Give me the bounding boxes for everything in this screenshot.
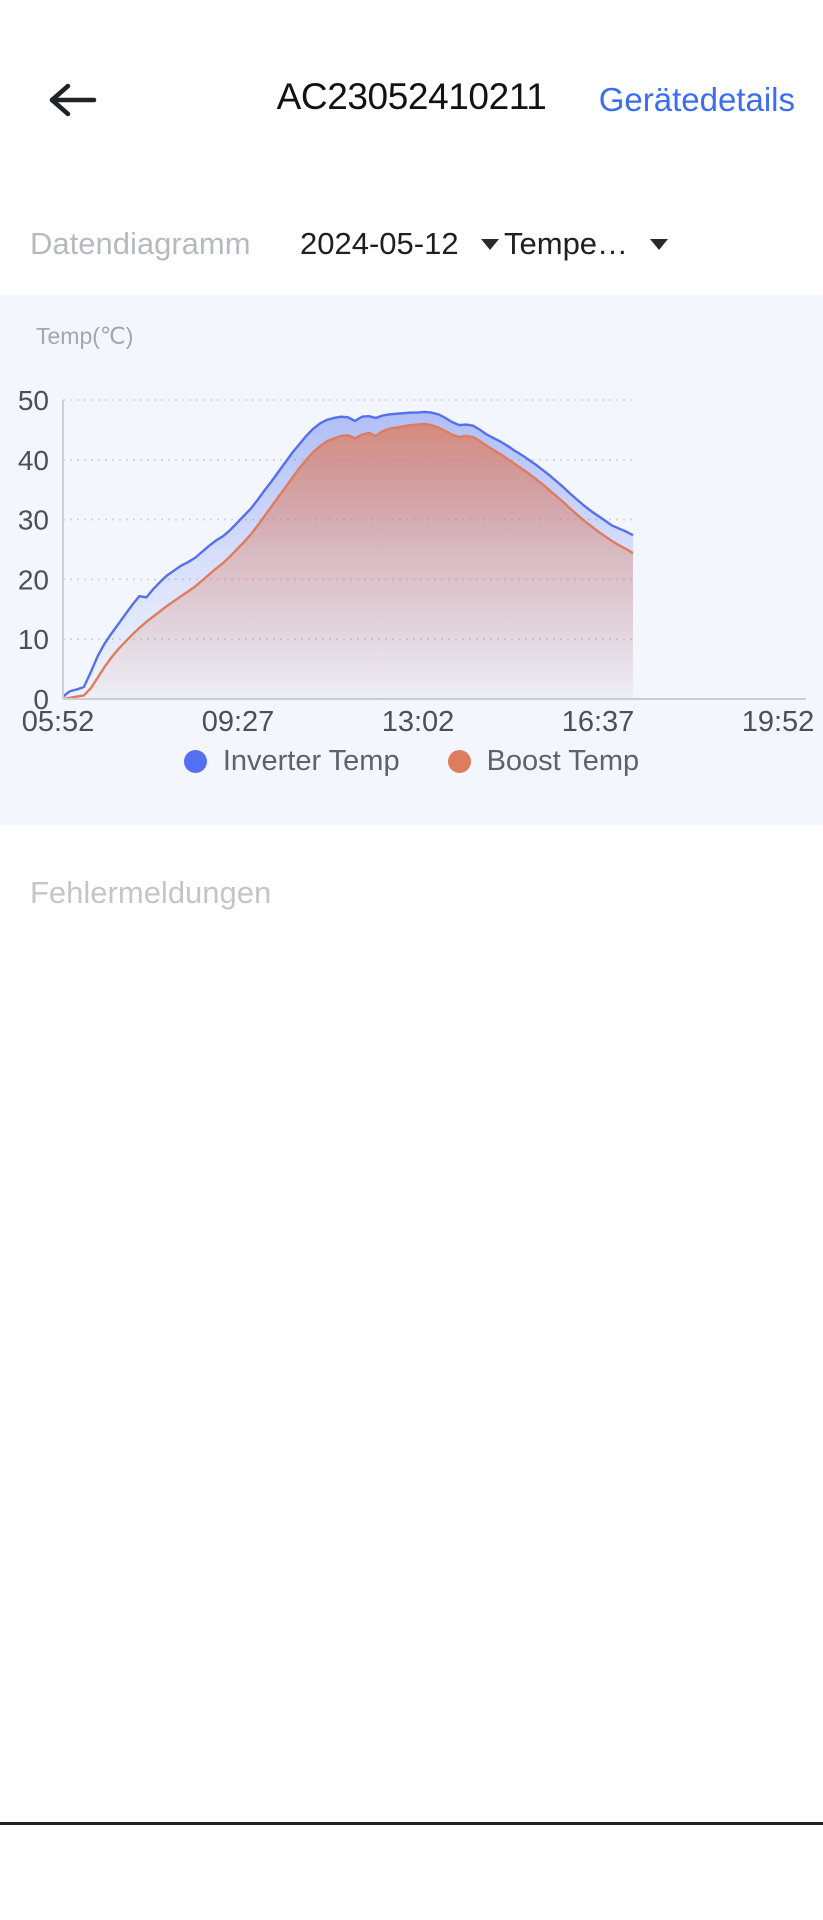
- chevron-down-icon: [650, 238, 669, 250]
- svg-text:30: 30: [18, 505, 49, 536]
- svg-text:16:37: 16:37: [562, 706, 635, 738]
- legend-item-boost-temp[interactable]: Boost Temp: [447, 745, 640, 778]
- chevron-down-icon: [480, 238, 499, 250]
- metric-select[interactable]: Tempe…: [504, 226, 669, 262]
- svg-text:40: 40: [18, 445, 49, 476]
- chart-x-tick-labels: 05:52 09:27 13:02 16:37 19:52: [22, 706, 815, 738]
- svg-text:50: 50: [18, 385, 49, 416]
- error-messages-section: Fehlermeldungen: [0, 825, 823, 1822]
- app-header: AC23052410211 Gerätedetails: [0, 0, 823, 180]
- legend-label-boost: Boost Temp: [486, 745, 640, 777]
- legend-item-inverter-temp[interactable]: Inverter Temp: [183, 745, 400, 778]
- svg-text:20: 20: [18, 564, 49, 595]
- chart-legend: Inverter Temp Boost Temp: [0, 745, 823, 778]
- temperature-area-chart[interactable]: 01020304050 05:52 09:27 13:02 16:37 19:52: [0, 295, 823, 755]
- chart-areas: [63, 411, 633, 699]
- chart-panel: Temp(℃) 0 10 20 30 40 50 05:52 09:27 13:02 16:37…: [0, 295, 823, 825]
- date-select-value: 2024-05-12: [300, 226, 459, 261]
- chart-y-tick-labels: 01020304050: [18, 385, 49, 715]
- svg-text:05:52: 05:52: [22, 706, 95, 738]
- svg-text:19:52: 19:52: [742, 706, 815, 738]
- legend-dot-inverter: [183, 750, 207, 773]
- svg-text:13:02: 13:02: [382, 706, 455, 738]
- date-select[interactable]: 2024-05-12: [300, 226, 499, 262]
- chart-filter-row: Datendiagramm 2024-05-12 Tempe…: [0, 196, 823, 292]
- metric-select-value: Tempe…: [504, 226, 629, 261]
- legend-label-inverter: Inverter Temp: [222, 745, 400, 777]
- device-details-link[interactable]: Gerätedetails: [599, 81, 795, 119]
- svg-text:09:27: 09:27: [202, 706, 275, 738]
- svg-text:10: 10: [18, 624, 49, 655]
- legend-dot-boost: [447, 750, 471, 773]
- error-messages-title: Fehlermeldungen: [30, 875, 272, 910]
- bottom-divider: [0, 1822, 823, 1825]
- data-chart-label: Datendiagramm: [30, 226, 251, 261]
